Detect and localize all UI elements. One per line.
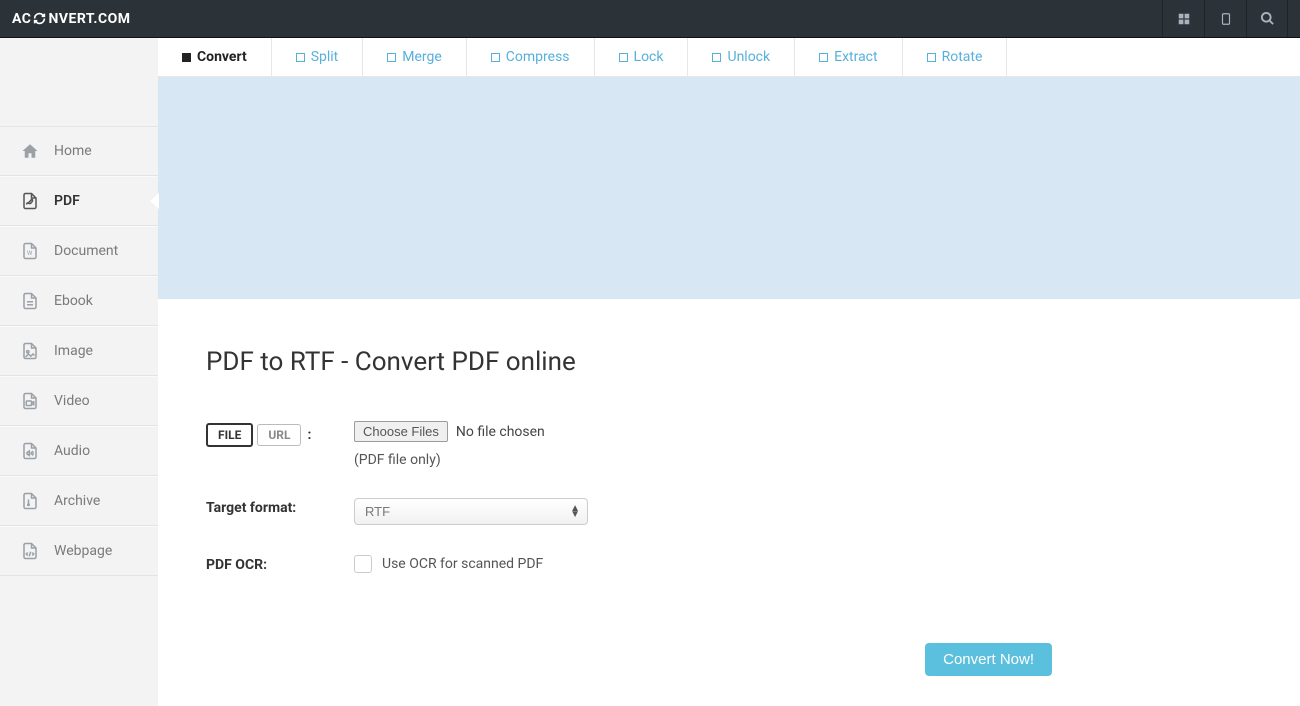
actions: Convert Now! <box>206 603 1252 676</box>
colon: : <box>307 427 311 443</box>
sidebar-item-label: Document <box>54 243 118 259</box>
sidebar-item-label: Image <box>54 343 93 359</box>
topbar: AC NVERT.COM <box>0 0 1300 38</box>
tab-unlock[interactable]: Unlock <box>688 38 795 76</box>
row-source: FILE URL : Choose Files No file chosen (… <box>206 421 1252 468</box>
sidebar-item-webpage[interactable]: Webpage <box>0 526 158 576</box>
tab-extract[interactable]: Extract <box>795 38 902 76</box>
ebook-icon <box>20 291 40 311</box>
home-icon <box>20 141 40 161</box>
target-format-label: Target format: <box>206 498 354 516</box>
archive-icon <box>20 491 40 511</box>
file-status: No file chosen <box>456 424 545 440</box>
row-target: Target format: RTF ▲▼ <box>206 498 1252 525</box>
tab-label: Convert <box>197 49 247 65</box>
square-icon <box>619 53 628 62</box>
sidebar-item-label: Video <box>54 393 90 409</box>
sidebar-item-document[interactable]: W Document <box>0 226 158 276</box>
tab-merge[interactable]: Merge <box>363 38 467 76</box>
topbar-actions <box>1162 0 1288 37</box>
square-icon <box>296 53 305 62</box>
video-icon <box>20 391 40 411</box>
sidebar-item-pdf[interactable]: PDF <box>0 176 158 226</box>
file-hint: (PDF file only) <box>354 452 1252 468</box>
pdf-icon <box>20 191 40 211</box>
document-icon: W <box>20 241 40 261</box>
sidebar-item-label: Webpage <box>54 543 112 559</box>
square-icon <box>819 53 828 62</box>
tab-convert[interactable]: Convert <box>158 38 272 76</box>
square-icon <box>387 53 396 62</box>
ocr-label: PDF OCR: <box>206 555 354 573</box>
logo-text-right: NVERT.COM <box>48 11 130 27</box>
tab-label: Extract <box>834 49 877 65</box>
tab-split[interactable]: Split <box>272 38 364 76</box>
sidebar-item-label: Home <box>54 143 92 159</box>
choose-files-button[interactable]: Choose Files <box>354 421 448 442</box>
sidebar-item-label: Ebook <box>54 293 93 309</box>
tab-label: Rotate <box>942 49 983 65</box>
tab-lock[interactable]: Lock <box>595 38 689 76</box>
main: Convert Split Merge Compress Lock Unlock… <box>158 38 1300 706</box>
logo[interactable]: AC NVERT.COM <box>12 11 131 27</box>
page-title: PDF to RTF - Convert PDF online <box>206 347 1252 377</box>
image-icon <box>20 341 40 361</box>
tab-label: Compress <box>506 49 570 65</box>
tab-rotate[interactable]: Rotate <box>903 38 1008 76</box>
target-format-select-wrap: RTF ▲▼ <box>354 498 588 525</box>
source-file-button[interactable]: FILE <box>206 423 253 447</box>
webpage-icon <box>20 541 40 561</box>
tab-label: Split <box>311 49 339 65</box>
grid-icon[interactable] <box>1162 0 1204 37</box>
square-icon <box>491 53 500 62</box>
ocr-checkbox[interactable] <box>354 555 372 573</box>
square-icon <box>712 53 721 62</box>
logo-text-left: AC <box>12 11 31 27</box>
tab-label: Unlock <box>727 49 770 65</box>
refresh-icon <box>33 12 46 25</box>
svg-text:W: W <box>27 250 33 257</box>
source-url-button[interactable]: URL <box>257 424 301 446</box>
row-ocr: PDF OCR: Use OCR for scanned PDF <box>206 555 1252 573</box>
tab-label: Merge <box>402 49 442 65</box>
sidebar-item-ebook[interactable]: Ebook <box>0 276 158 326</box>
tab-label: Lock <box>634 49 664 65</box>
ad-banner-area <box>158 77 1300 299</box>
sidebar-item-label: PDF <box>54 193 80 209</box>
sidebar-item-audio[interactable]: Audio <box>0 426 158 476</box>
square-icon <box>927 53 936 62</box>
square-icon <box>182 53 191 62</box>
target-format-select[interactable]: RTF <box>354 498 588 525</box>
mobile-icon[interactable] <box>1204 0 1246 37</box>
source-toggle: FILE URL : <box>206 421 354 447</box>
tab-compress[interactable]: Compress <box>467 38 595 76</box>
ocr-text: Use OCR for scanned PDF <box>382 556 543 572</box>
sidebar-item-image[interactable]: Image <box>0 326 158 376</box>
sidebar-item-home[interactable]: Home <box>0 126 158 176</box>
audio-icon <box>20 441 40 461</box>
convert-now-button[interactable]: Convert Now! <box>925 643 1052 676</box>
sidebar-item-label: Archive <box>54 493 100 509</box>
sidebar-item-video[interactable]: Video <box>0 376 158 426</box>
sidebar-item-archive[interactable]: Archive <box>0 476 158 526</box>
tabbar: Convert Split Merge Compress Lock Unlock… <box>158 38 1300 77</box>
sidebar-item-label: Audio <box>54 443 90 459</box>
sidebar: Home PDF W Document Ebook <box>0 38 158 706</box>
content: PDF to RTF - Convert PDF online FILE URL… <box>158 299 1300 706</box>
search-icon[interactable] <box>1246 0 1288 37</box>
